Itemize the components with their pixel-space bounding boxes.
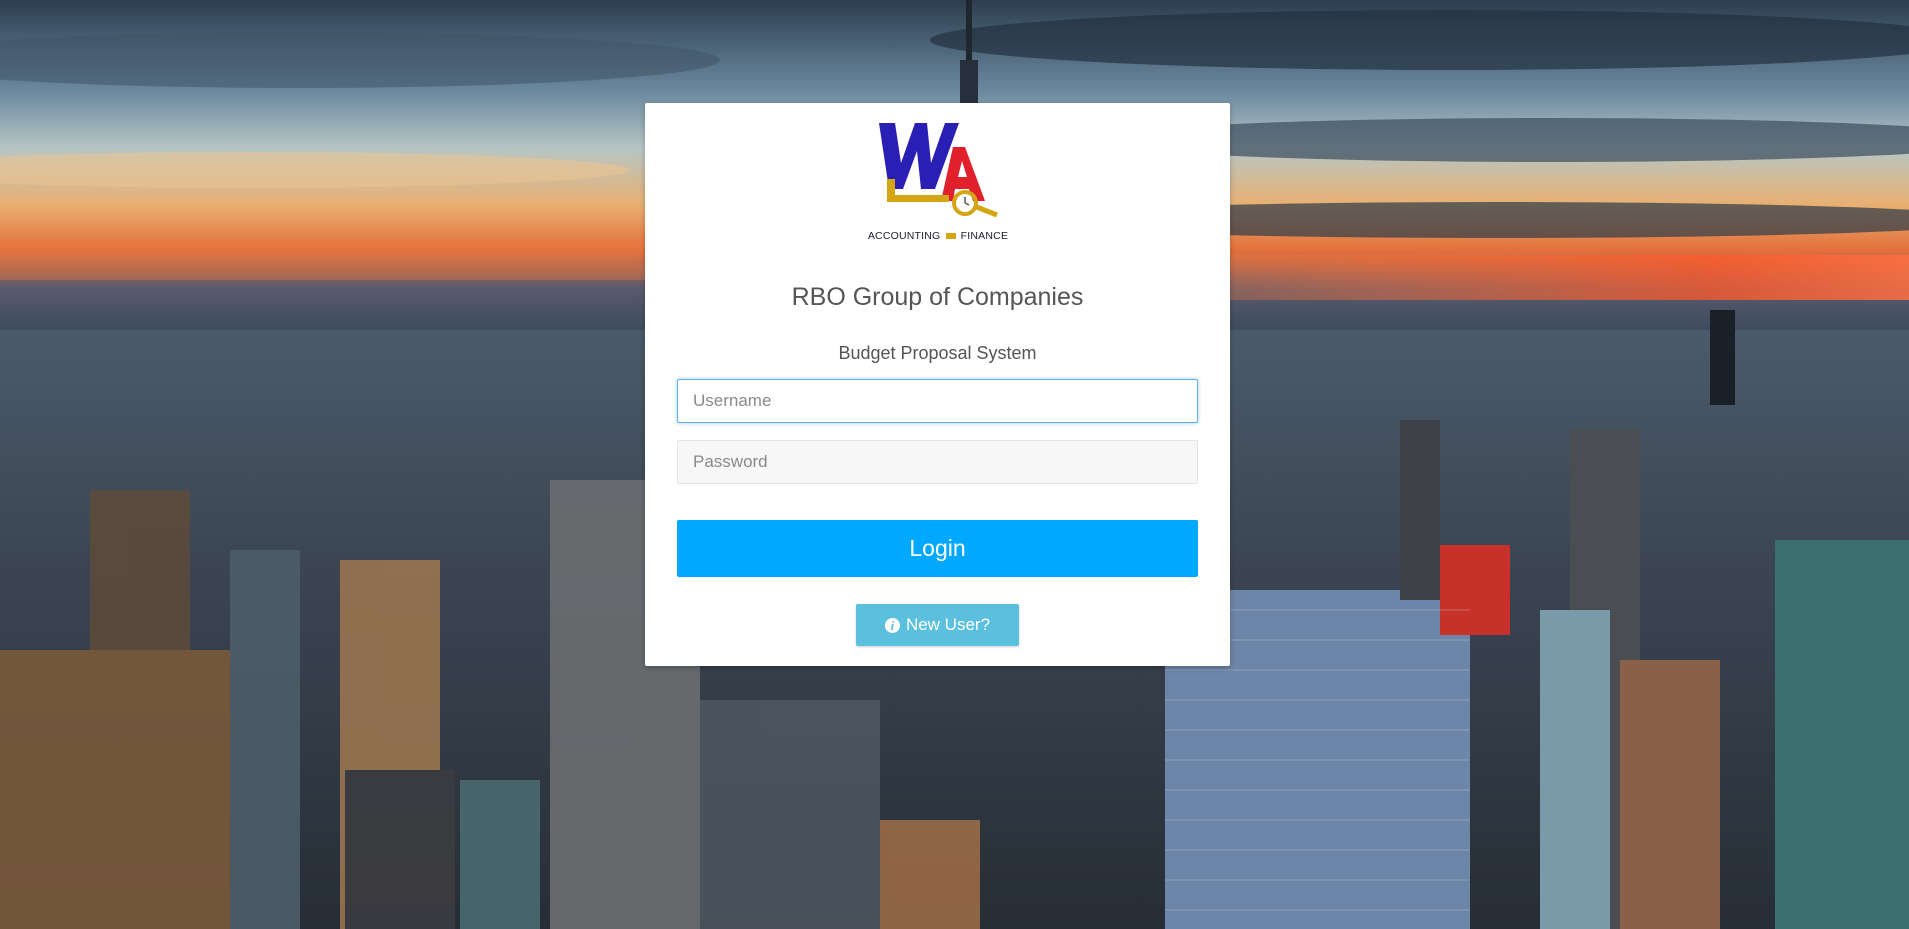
wa-logo-icon bbox=[879, 123, 998, 218]
login-button[interactable]: Login bbox=[677, 520, 1198, 577]
new-user-label: New User? bbox=[905, 615, 991, 634]
logo-caption-left: ACCOUNTING bbox=[867, 230, 941, 242]
password-input[interactable] bbox=[677, 440, 1198, 484]
company-logo: ACCOUNTING FINANCE bbox=[857, 117, 1019, 242]
logo-caption-separator-icon bbox=[945, 233, 956, 240]
organization-title: RBO Group of Companies bbox=[791, 283, 1084, 311]
username-input[interactable] bbox=[677, 379, 1198, 423]
info-circle-icon: i bbox=[884, 617, 900, 633]
login-card: ACCOUNTING FINANCE RBO Group of Companie… bbox=[645, 103, 1230, 666]
new-user-button[interactable]: i New User? bbox=[856, 604, 1019, 646]
system-subtitle: Budget Proposal System bbox=[838, 343, 1037, 363]
logo-caption-right: FINANCE bbox=[960, 230, 1009, 242]
